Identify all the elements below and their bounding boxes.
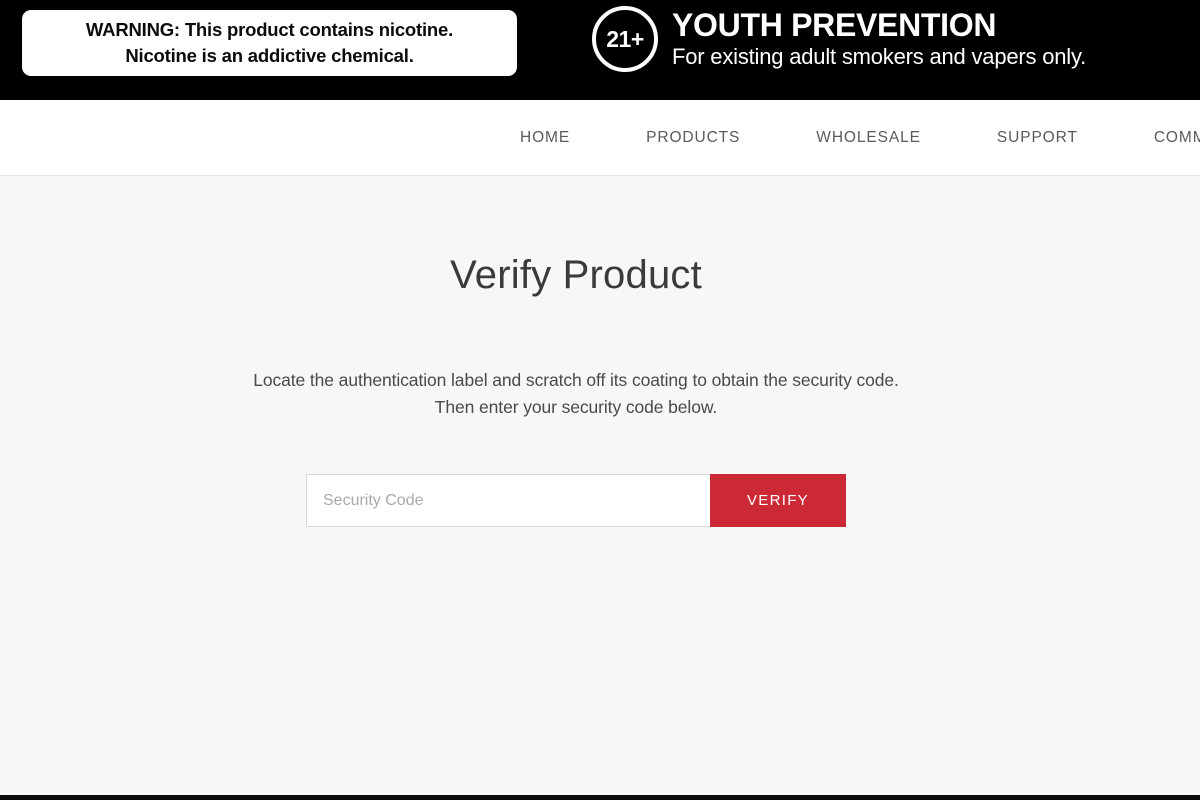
nav-list: HOME PRODUCTS WHOLESALE SUPPORT COMMUNIT… <box>520 100 1200 176</box>
youth-prevention-subtitle: For existing adult smokers and vapers on… <box>672 44 1087 69</box>
youth-prevention-block: 21+ YOUTH PREVENTION For existing adult … <box>592 6 1086 72</box>
page-title: Verify Product <box>450 253 702 297</box>
age-badge-label: 21+ <box>606 25 644 52</box>
verify-button[interactable]: VERIFY <box>710 474 846 527</box>
youth-prevention-text: YOUTH PREVENTION For existing adult smok… <box>672 7 1086 71</box>
instructions-block: Locate the authentication label and scra… <box>0 367 1152 421</box>
nicotine-warning-line-1: WARNING: This product contains nicotine. <box>85 19 454 40</box>
nicotine-warning-box: WARNING: This product contains nicotine.… <box>22 10 517 76</box>
main-content: Verify Product Locate the authentication… <box>0 177 1200 795</box>
instruction-line-1: Locate the authentication label and scra… <box>253 370 899 390</box>
age-21-plus-icon: 21+ <box>592 6 658 72</box>
nicotine-warning-line-2: Nicotine is an addictive chemical. <box>125 45 414 66</box>
instruction-line-2: Then enter your security code below. <box>434 397 718 417</box>
nav-item-community[interactable]: COMMUNITY <box>1154 129 1200 146</box>
youth-prevention-title: YOUTH PREVENTION <box>672 7 997 43</box>
site-navigation: HOME PRODUCTS WHOLESALE SUPPORT COMMUNIT… <box>0 100 1200 176</box>
footer-band <box>0 795 1200 800</box>
nav-item-wholesale[interactable]: WHOLESALE <box>816 129 921 146</box>
verify-product-form: VERIFY <box>306 474 846 527</box>
nav-item-support[interactable]: SUPPORT <box>997 129 1078 146</box>
nav-item-home[interactable]: HOME <box>520 129 570 146</box>
security-code-input[interactable] <box>306 474 710 527</box>
nav-item-products[interactable]: PRODUCTS <box>646 129 740 146</box>
top-warning-banner: WARNING: This product contains nicotine.… <box>0 0 1200 100</box>
